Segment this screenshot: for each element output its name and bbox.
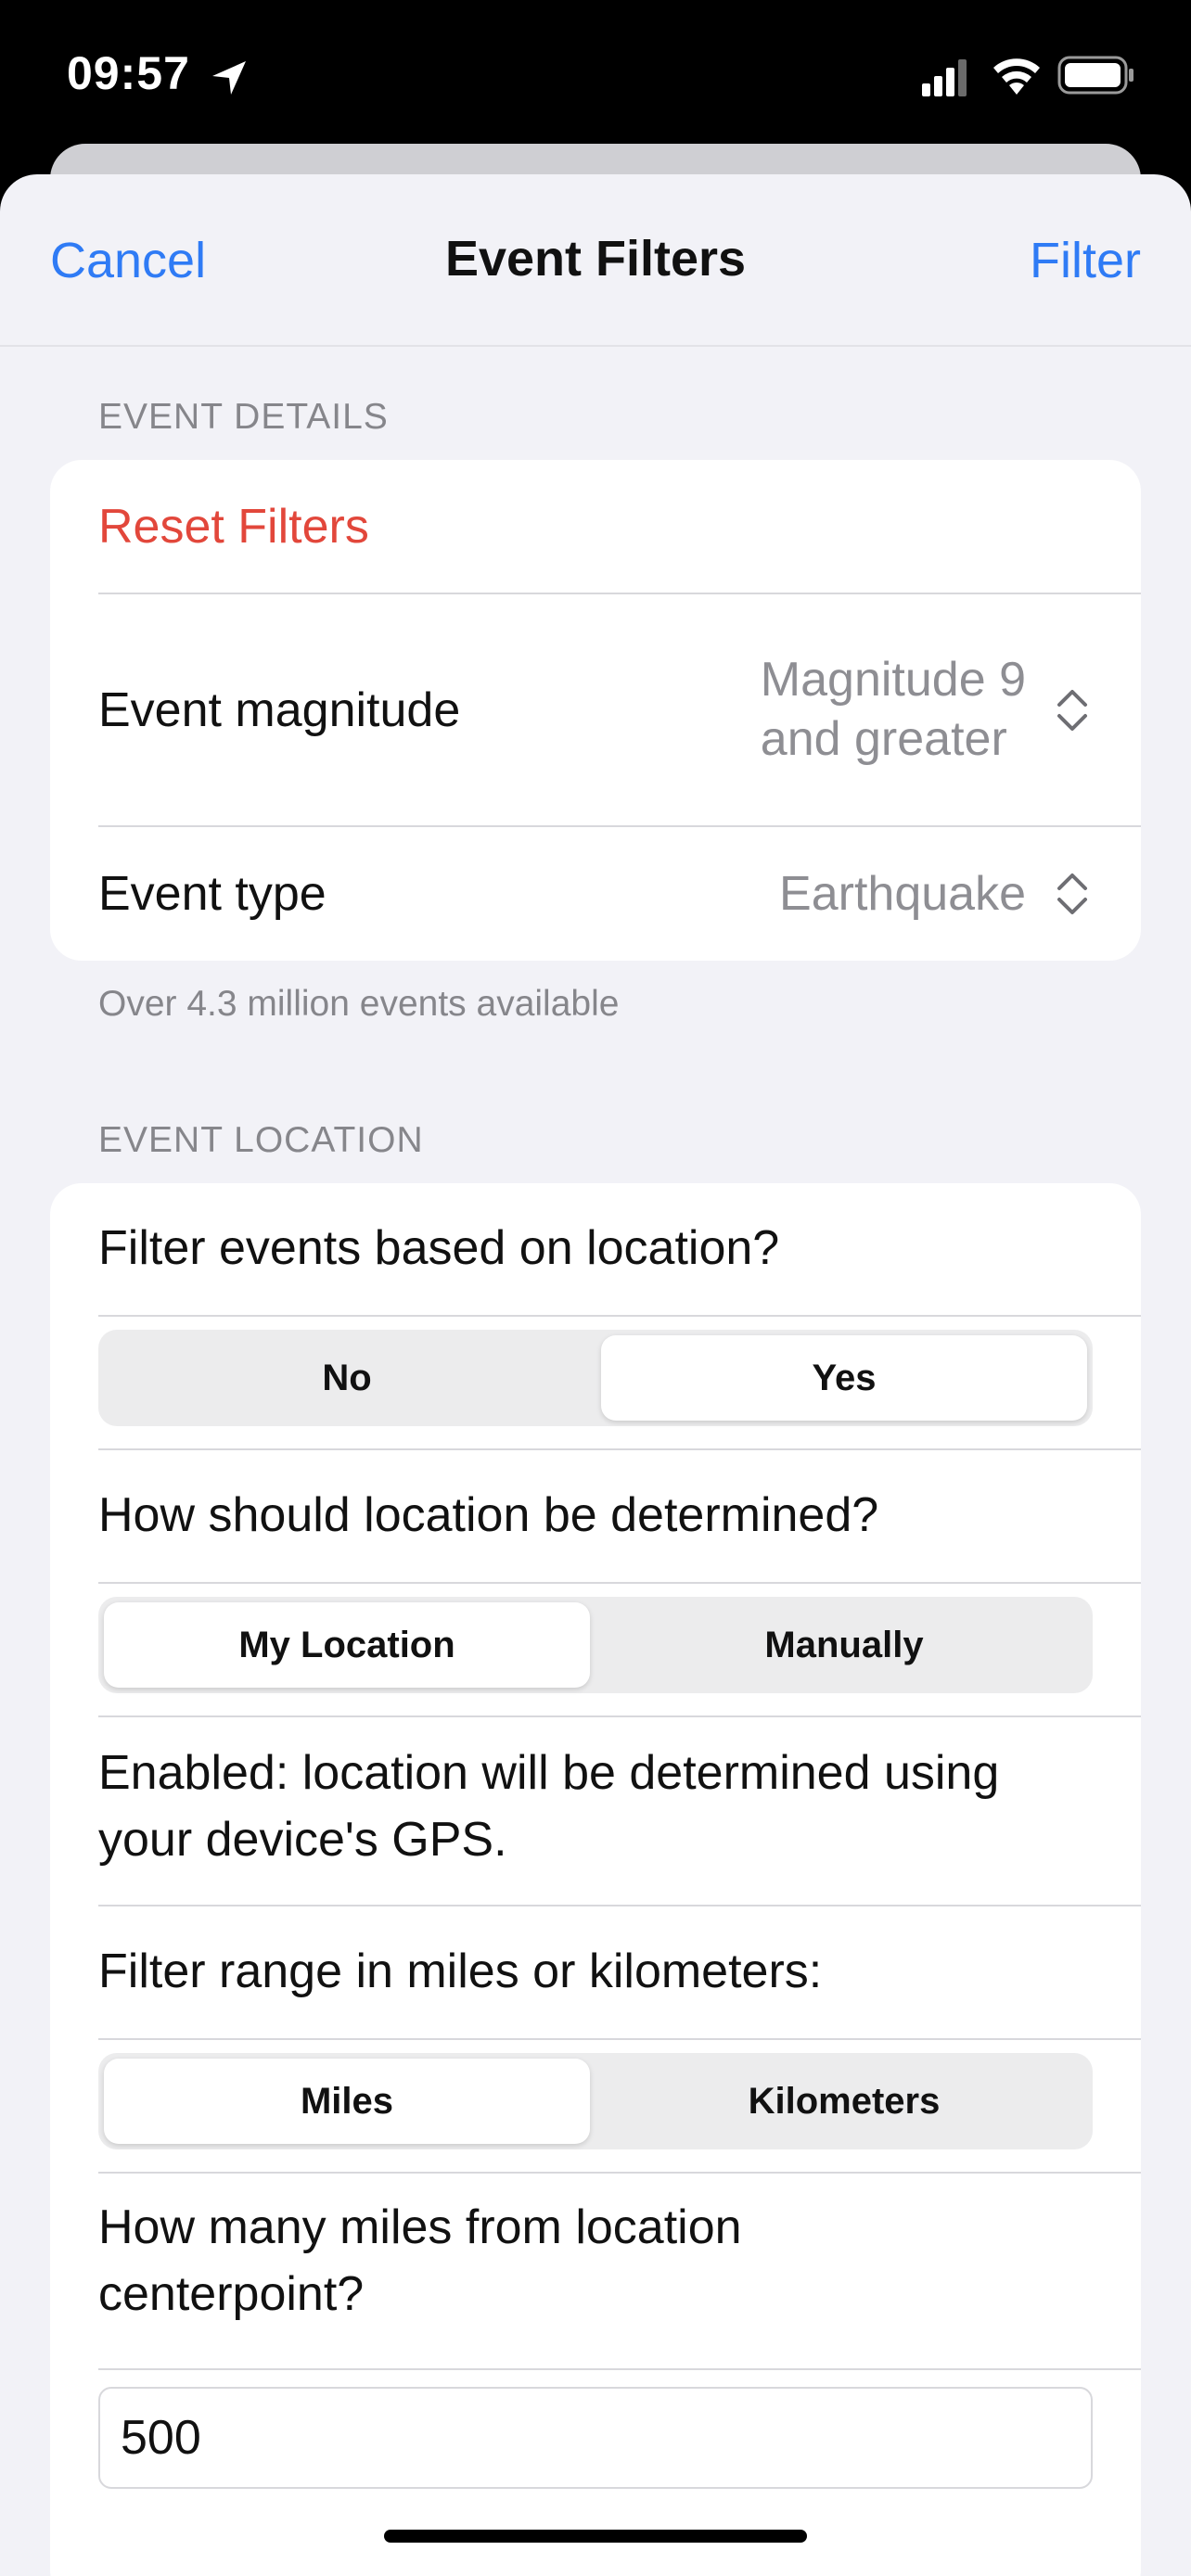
wifi-icon: [993, 58, 1040, 95]
filter-location-no-option[interactable]: No: [104, 1335, 590, 1421]
event-magnitude-value[interactable]: Magnitude 9 and greater: [761, 650, 1026, 769]
navigation-bar: Cancel Event Filters Filter: [0, 174, 1191, 347]
filter-location-segmented-control: No Yes: [98, 1330, 1093, 1426]
event-filters-sheet: Cancel Event Filters Filter EVENT DETAIL…: [0, 174, 1191, 2576]
filter-location-yes-option[interactable]: Yes: [601, 1335, 1087, 1421]
event-details-header: EVENT DETAILS: [98, 397, 389, 437]
range-unit-question: Filter range in miles or kilometers:: [98, 1945, 823, 1998]
distance-question-line2: centerpoint?: [98, 2267, 365, 2321]
home-indicator: [384, 2530, 807, 2543]
miles-option[interactable]: Miles: [104, 2059, 590, 2144]
event-type-row[interactable]: Event type Earthquake: [50, 827, 1141, 961]
enabled-note-line1: Enabled: location will be determined usi…: [98, 1746, 1000, 1800]
events-available-footer: Over 4.3 million events available: [98, 984, 620, 1024]
event-type-value[interactable]: Earthquake: [779, 864, 1026, 924]
event-magnitude-row[interactable]: Event magnitude Magnitude 9 and greater: [50, 594, 1141, 826]
filter-location-question: Filter events based on location?: [98, 1221, 780, 1275]
location-arrow-icon: [212, 61, 246, 95]
chevron-up-down-icon: [1057, 690, 1087, 731]
divider: [98, 1905, 1141, 1906]
filter-button[interactable]: Filter: [1030, 232, 1141, 289]
chevron-up-down-icon: [1057, 874, 1087, 914]
cellular-signal-icon: [922, 59, 967, 96]
distance-input[interactable]: 500: [98, 2387, 1093, 2489]
page-title: Event Filters: [444, 231, 747, 287]
event-location-header: EVENT LOCATION: [98, 1120, 424, 1160]
event-type-label: Event type: [98, 867, 327, 921]
kilometers-option[interactable]: Kilometers: [601, 2059, 1087, 2144]
enabled-note-line2: your device's GPS.: [98, 1813, 507, 1867]
divider: [98, 1582, 1141, 1584]
divider: [98, 1715, 1141, 1717]
divider: [98, 2038, 1141, 2040]
distance-question-line1: How many miles from location: [98, 2200, 742, 2254]
location-method-question: How should location be determined?: [98, 1488, 879, 1542]
distance-question: How many miles from location centerpoint…: [98, 2194, 742, 2327]
location-method-segmented-control: My Location Manually: [98, 1597, 1093, 1693]
battery-icon: [1057, 56, 1133, 95]
my-location-option[interactable]: My Location: [104, 1602, 590, 1688]
status-bar: 09:57: [0, 0, 1191, 148]
event-magnitude-label: Event magnitude: [98, 683, 461, 737]
reset-filters-row[interactable]: Reset Filters: [50, 460, 1141, 593]
divider: [98, 1315, 1141, 1317]
range-unit-segmented-control: Miles Kilometers: [98, 2053, 1093, 2149]
event-details-card: Reset Filters Event magnitude Magnitude …: [50, 460, 1141, 961]
divider: [98, 2172, 1141, 2174]
manually-option[interactable]: Manually: [601, 1602, 1087, 1688]
divider: [98, 1448, 1141, 1450]
status-time: 09:57: [67, 47, 190, 99]
location-enabled-note: Enabled: location will be determined usi…: [98, 1740, 999, 1873]
divider: [98, 2368, 1141, 2370]
magnitude-value-line2: and greater: [760, 712, 1007, 766]
reset-filters-button[interactable]: Reset Filters: [98, 497, 369, 556]
magnitude-value-line1: Magnitude 9: [760, 653, 1026, 707]
event-location-card: Filter events based on location? No Yes …: [50, 1183, 1141, 2576]
